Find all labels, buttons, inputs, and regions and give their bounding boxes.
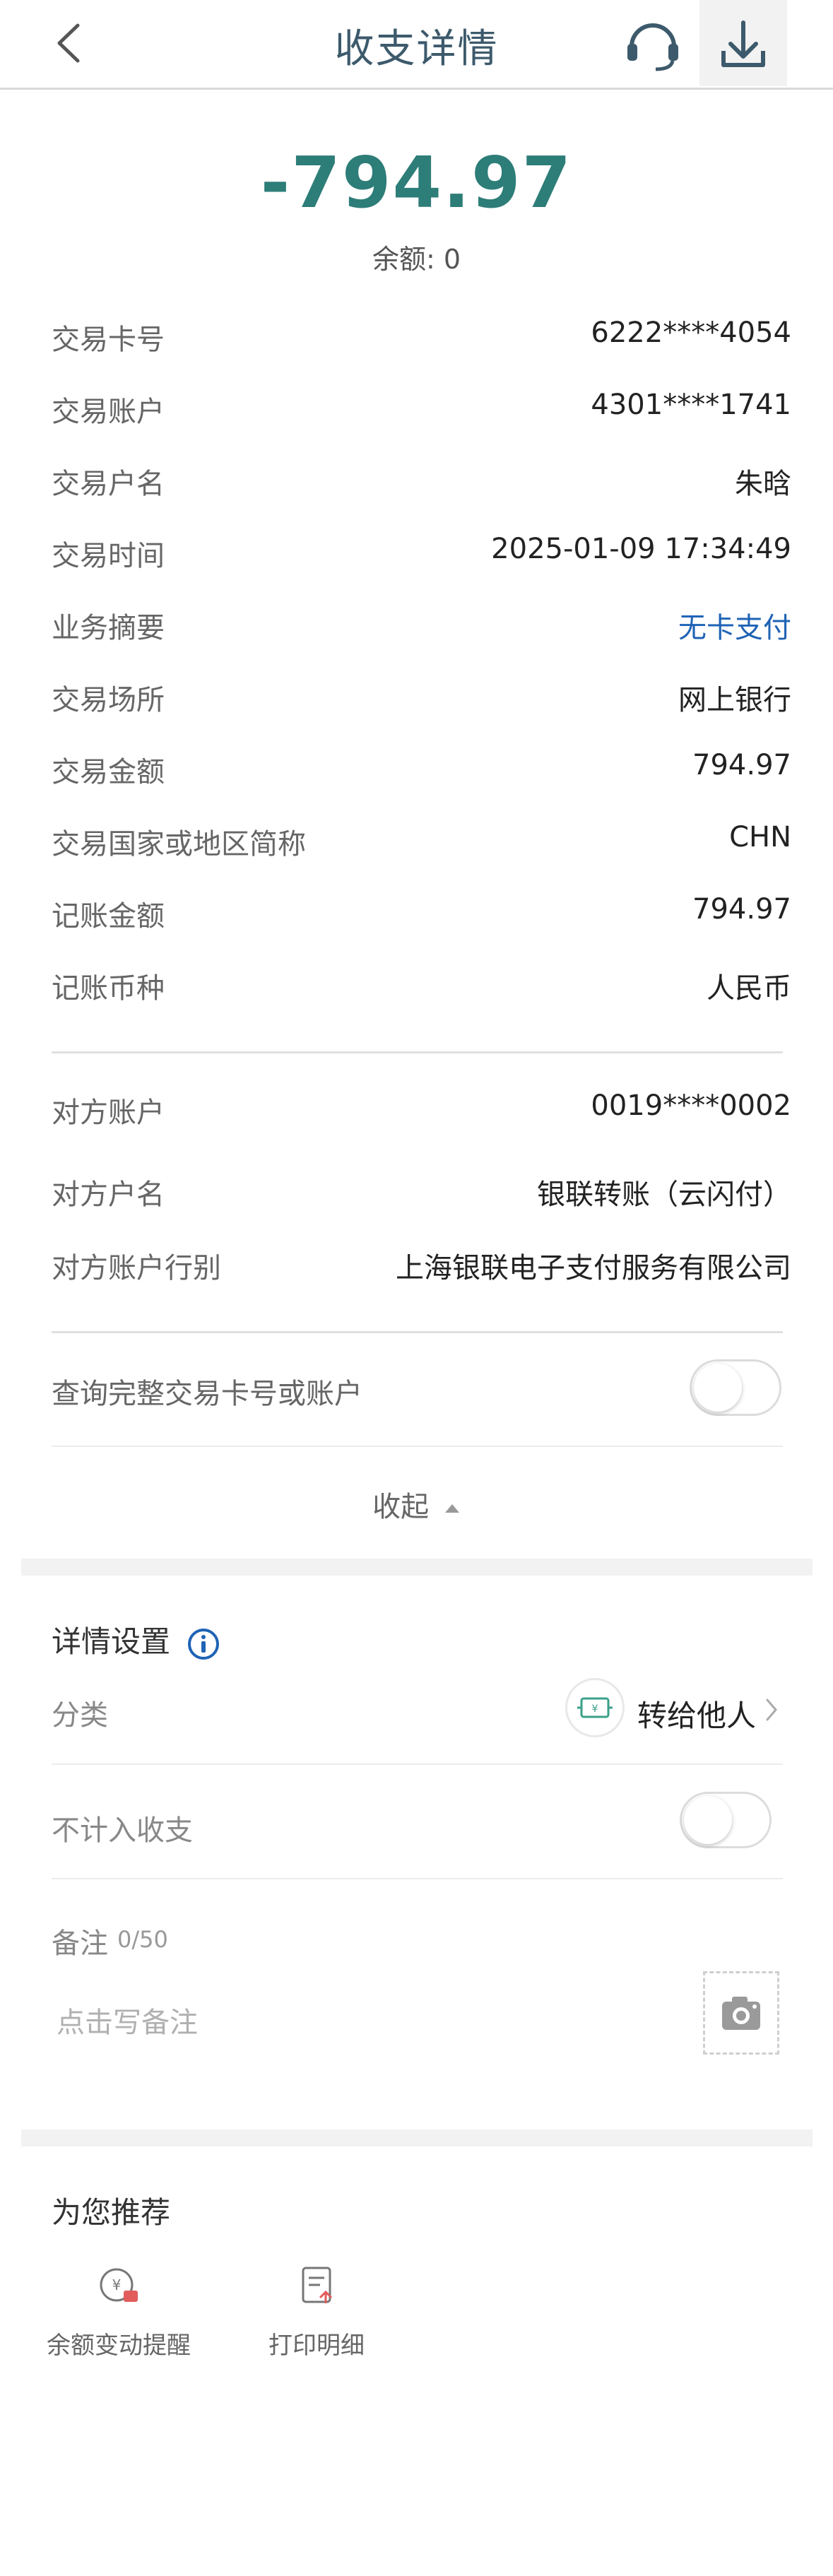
detail-label: 交易国家或地区简称 xyxy=(52,828,306,861)
svg-text:¥: ¥ xyxy=(112,2276,122,2293)
detail-label: 交易户名 xyxy=(52,468,165,500)
detail-row-counter-name: 对方户名 银联转账（云闪付） xyxy=(52,1164,791,1214)
detail-value: 银联转账（云闪付） xyxy=(537,1178,791,1211)
detail-row-account: 交易账户 4301****1741 xyxy=(52,382,791,431)
toggle-knob xyxy=(694,1364,742,1412)
chevron-right-icon[interactable] xyxy=(763,1696,780,1724)
svg-text:¥: ¥ xyxy=(592,1703,598,1715)
detail-value: 人民币 xyxy=(707,972,791,1005)
print-detail-label: 打印明细 xyxy=(268,2332,365,2360)
balance-alert-icon: ¥ xyxy=(100,2268,138,2302)
balance-text: 余额: 0 xyxy=(372,244,461,275)
toggle-knob xyxy=(684,1796,732,1844)
detail-value: CHN xyxy=(729,821,791,853)
print-detail-icon xyxy=(302,2267,333,2303)
exclude-from-stats-label: 不计入收支 xyxy=(52,1814,193,1847)
detail-row-amount: 交易金额 794.97 xyxy=(52,742,791,791)
detail-label: 记账金额 xyxy=(52,900,165,933)
detail-value: 网上银行 xyxy=(678,684,791,716)
download-icon xyxy=(721,20,765,67)
collapse-button[interactable]: 收起 xyxy=(0,1484,833,1525)
category-select[interactable]: 转给他人 xyxy=(637,1692,756,1735)
detail-row-summary: 业务摘要 无卡支付 xyxy=(52,598,791,647)
detail-value: 0019****0002 xyxy=(591,1089,791,1122)
detail-value: 上海银联电子支付服务有限公司 xyxy=(396,1252,791,1284)
download-button[interactable] xyxy=(699,0,787,86)
detail-value: 6222****4054 xyxy=(591,317,791,349)
detail-row-posted-amount: 记账金额 794.97 xyxy=(52,886,791,935)
exclude-from-stats-toggle[interactable] xyxy=(680,1792,772,1848)
detail-row-currency: 记账币种 人民币 xyxy=(52,958,791,1008)
detail-label: 交易时间 xyxy=(52,540,165,572)
detail-row-counter-bank: 对方账户行别 上海银联电子支付服务有限公司 xyxy=(52,1238,791,1287)
headset-icon xyxy=(627,23,678,71)
detail-label: 对方账户 xyxy=(52,1097,165,1129)
memo-input[interactable]: 点击写备注 xyxy=(57,1999,198,2040)
detail-row-counter-account: 对方账户 0019****0002 xyxy=(52,1082,791,1132)
section-divider xyxy=(52,1331,783,1333)
detail-label: 记账币种 xyxy=(52,972,165,1005)
full-card-toggle-label: 查询完整交易卡号或账户 xyxy=(52,1378,362,1410)
details-settings-title: 详情设置 xyxy=(52,1618,220,1661)
detail-row-time: 交易时间 2025-01-09 17:34:49 xyxy=(52,526,791,575)
full-card-toggle[interactable] xyxy=(690,1359,781,1416)
detail-value: 4301****1741 xyxy=(591,389,791,421)
detail-label: 对方账户行别 xyxy=(52,1252,221,1284)
detail-label: 业务摘要 xyxy=(52,612,165,644)
caret-up-icon xyxy=(444,1504,459,1513)
detail-label: 交易场所 xyxy=(52,684,165,716)
detail-row-venue: 交易场所 网上银行 xyxy=(52,670,791,719)
customer-service-button[interactable] xyxy=(622,16,684,72)
detail-label: 对方户名 xyxy=(52,1178,165,1211)
balance-alert-label: 余额变动提醒 xyxy=(47,2332,191,2360)
full-card-number-row: 查询完整交易卡号或账户 xyxy=(52,1364,791,1413)
section-gap xyxy=(21,1559,813,1576)
memo-char-count: 0/50 xyxy=(117,1926,168,1953)
memo-label: 备注 xyxy=(52,1927,108,1960)
row-divider xyxy=(52,1763,783,1765)
detail-value: 794.97 xyxy=(692,893,791,926)
business-summary-link[interactable]: 无卡支付 xyxy=(678,605,791,646)
section-gap xyxy=(21,2129,813,2146)
detail-row-country: 交易国家或地区简称 CHN xyxy=(52,814,791,863)
detail-label: 交易金额 xyxy=(52,756,165,788)
row-divider xyxy=(52,1878,783,1879)
section-divider xyxy=(52,1051,783,1053)
detail-row-account-name: 交易户名 朱晗 xyxy=(52,454,791,503)
info-icon[interactable] xyxy=(187,1627,220,1661)
detail-value: 2025-01-09 17:34:49 xyxy=(491,533,791,565)
transfer-category-icon: ¥ xyxy=(565,1678,625,1737)
detail-value: 朱晗 xyxy=(735,468,791,500)
recommend-title: 为您推荐 xyxy=(52,2195,171,2230)
print-detail-shortcut[interactable]: 打印明细 xyxy=(232,2261,401,2361)
top-nav-bar: 收支详情 xyxy=(0,0,833,90)
row-divider xyxy=(52,1446,783,1447)
collapse-label: 收起 xyxy=(372,1491,430,1523)
category-label: 分类 xyxy=(52,1699,108,1732)
camera-icon xyxy=(722,1997,760,2030)
detail-label: 交易账户 xyxy=(52,396,165,428)
detail-row-card-number: 交易卡号 6222****4054 xyxy=(52,309,791,359)
detail-label: 交易卡号 xyxy=(52,324,165,356)
add-photo-button[interactable] xyxy=(703,1971,779,2055)
detail-value: 794.97 xyxy=(692,749,791,781)
transaction-amount: -794.97 xyxy=(260,141,573,224)
balance-alert-shortcut[interactable]: ¥ 余额变动提醒 xyxy=(34,2261,203,2361)
